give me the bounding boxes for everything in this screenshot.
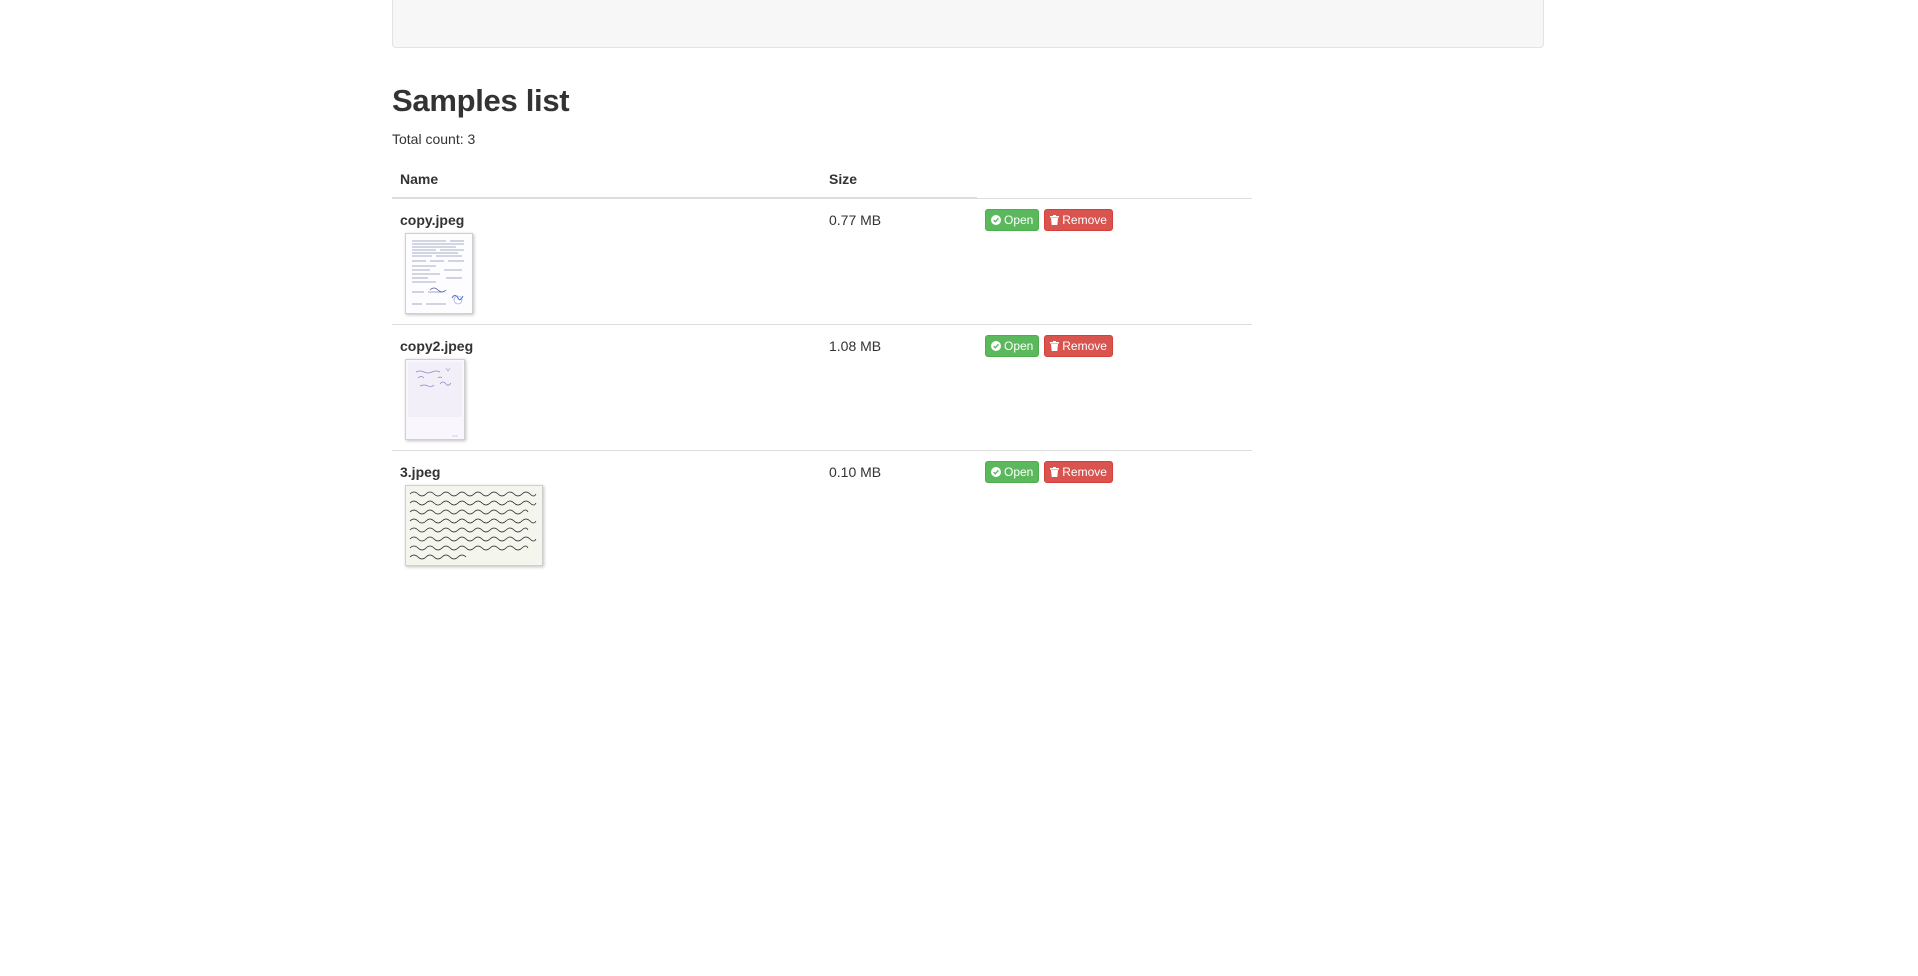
column-header-actions <box>977 161 1252 199</box>
remove-button[interactable]: Remove <box>1044 208 1113 231</box>
name-cell: copy.jpeg <box>392 198 821 325</box>
handwritten-text-image <box>406 486 542 566</box>
samples-section: Samples list Total count: 3 Name Size co… <box>392 83 1252 577</box>
stamped-note-image <box>406 360 464 440</box>
size-cell: 1.08 MB <box>821 324 977 451</box>
file-name: 3.jpeg <box>400 464 441 481</box>
open-button-label: Open <box>1004 339 1034 354</box>
remove-button-label: Remove <box>1062 212 1107 227</box>
trash-icon <box>1050 341 1060 352</box>
printed-form-image <box>406 234 472 314</box>
remove-button-label: Remove <box>1062 339 1107 354</box>
remove-button[interactable]: Remove <box>1044 335 1113 358</box>
column-header-size: Size <box>821 161 977 200</box>
sample-thumbnail[interactable] <box>405 233 473 315</box>
open-button-label: Open <box>1004 212 1034 227</box>
name-cell: copy2.jpeg <box>392 324 821 451</box>
trash-icon <box>1050 214 1060 225</box>
remove-button[interactable]: Remove <box>1044 461 1113 484</box>
top-navbar <box>392 0 1544 48</box>
table-row: copy2.jpeg 1.08 MB Open Remove <box>392 324 1252 451</box>
page-title: Samples list <box>392 83 570 118</box>
table-row: 3.jpeg 0.10 MB Open Remove <box>392 450 1252 577</box>
check-circle-icon <box>991 467 1001 478</box>
actions-cell: Open Remove <box>977 324 1252 451</box>
size-cell: 0.10 MB <box>821 450 977 577</box>
size-cell: 0.77 MB <box>829 212 882 229</box>
actions-cell: Open Remove <box>977 198 1252 325</box>
sample-thumbnail[interactable] <box>405 485 543 567</box>
actions-cell: Open Remove <box>977 450 1252 577</box>
check-circle-icon <box>991 341 1001 352</box>
open-button[interactable]: Open <box>985 461 1040 484</box>
open-button[interactable]: Open <box>985 335 1040 358</box>
open-button-label: Open <box>1004 465 1034 480</box>
file-name: copy.jpeg <box>400 212 465 229</box>
remove-button-label: Remove <box>1062 465 1107 480</box>
open-button[interactable]: Open <box>985 208 1040 231</box>
trash-icon <box>1050 467 1060 478</box>
samples-table: Name Size copy.jpeg 0.77 MB Open Remove … <box>392 161 1252 577</box>
check-circle-icon <box>991 214 1001 225</box>
name-cell: 3.jpeg <box>392 450 821 577</box>
sample-thumbnail[interactable] <box>405 359 465 441</box>
column-header-name: Name <box>392 161 821 200</box>
table-header-row: Name Size <box>392 161 1252 200</box>
total-count: Total count: 3 <box>392 131 476 148</box>
file-name: copy2.jpeg <box>400 338 474 355</box>
table-row: copy.jpeg 0.77 MB Open Remove <box>392 198 1252 325</box>
